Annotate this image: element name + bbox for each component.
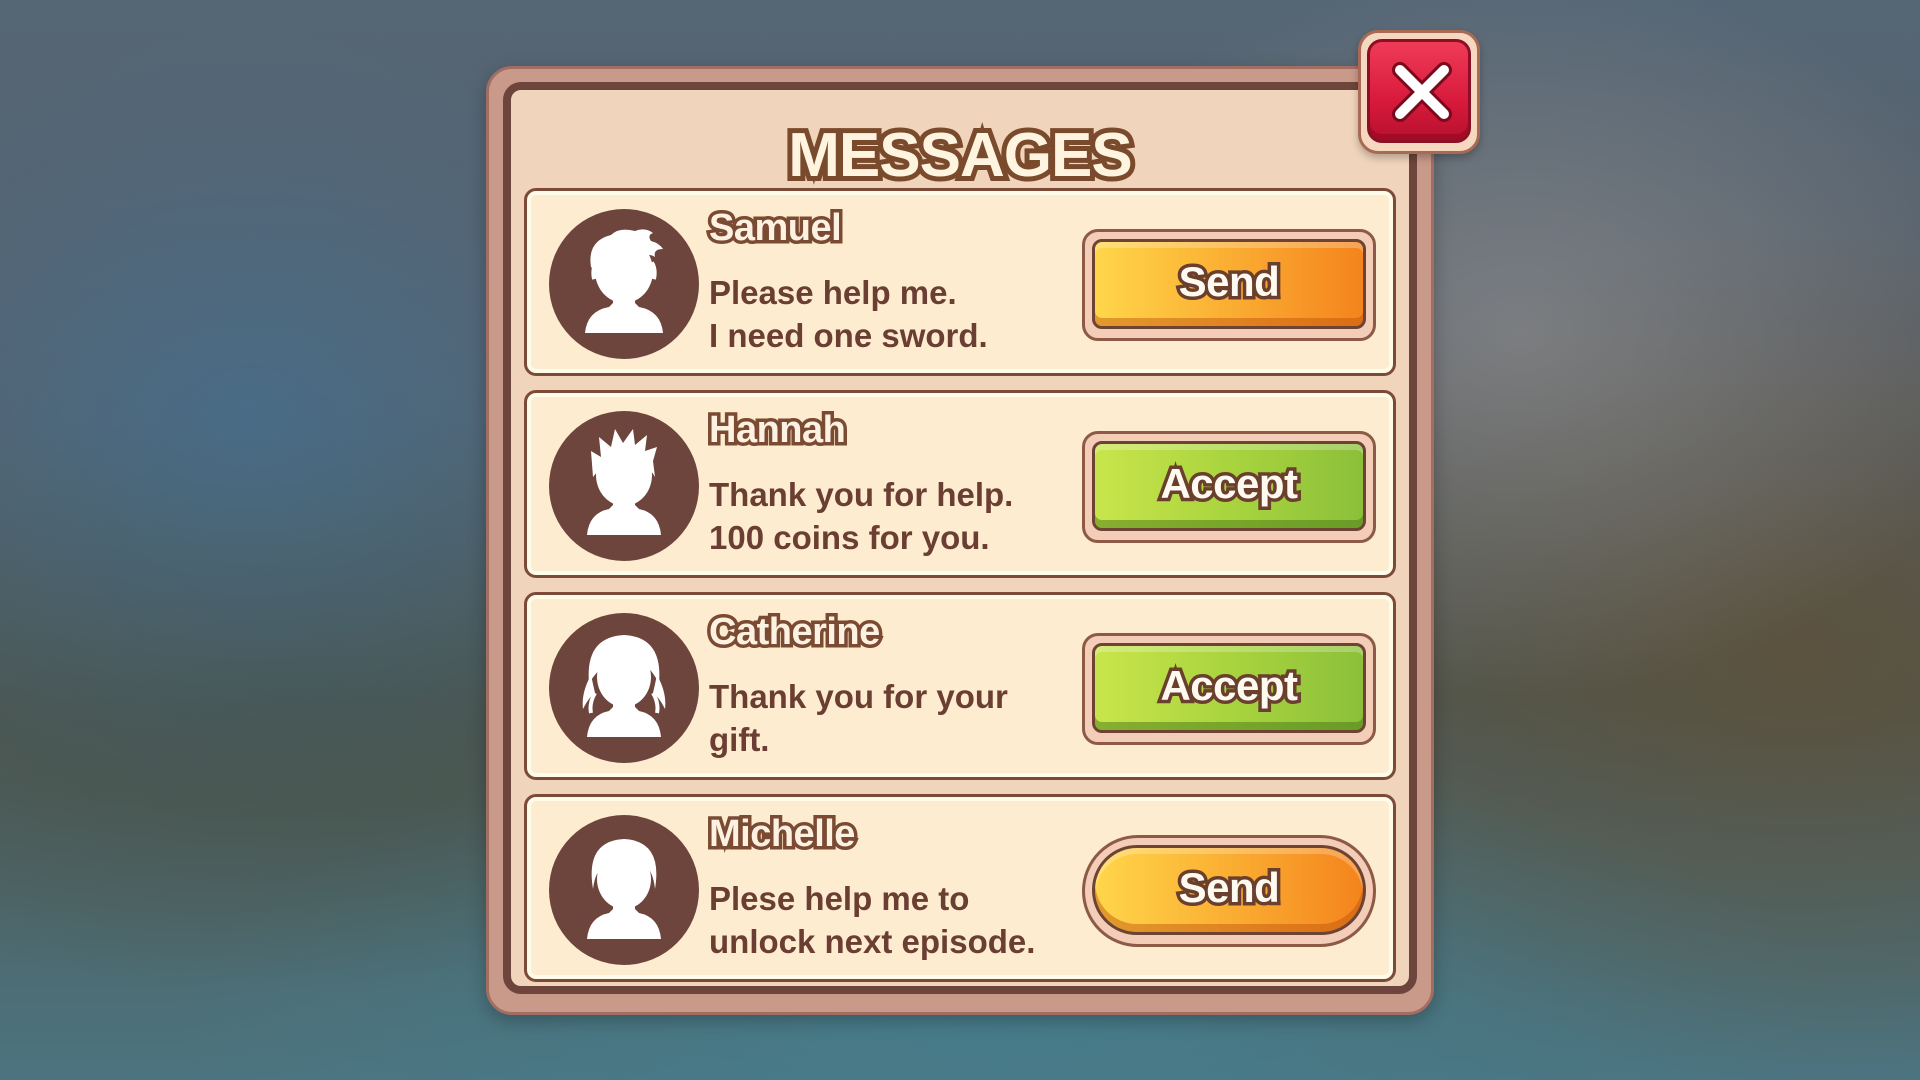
message-row-samuel: Samuel Please help me. I need one sword.… — [524, 188, 1396, 376]
sender-name: Hannah — [705, 406, 849, 455]
message-line: Thank you for help. — [709, 476, 1014, 513]
accept-button-label: Accept — [1157, 659, 1302, 713]
accept-button[interactable]: Accept — [1082, 633, 1376, 745]
message-text: Please help me. I need one sword. — [709, 271, 1089, 357]
send-button-label: Send — [1175, 861, 1283, 915]
avatar — [549, 209, 699, 359]
send-button-face: Send — [1092, 239, 1366, 329]
sender-name: Michelle — [706, 810, 859, 859]
send-button-label: Send — [1175, 255, 1283, 309]
message-line: Plese help me to — [709, 880, 970, 917]
short-hair-avatar-icon — [587, 839, 661, 939]
message-text: Thank you for your gift. — [709, 675, 1089, 761]
send-button-face: Send — [1092, 845, 1366, 935]
message-row-catherine: Catherine Thank you for your gift. Accep… — [524, 592, 1396, 780]
message-line: Thank you for your — [709, 678, 1008, 715]
accept-button-face: Accept — [1092, 441, 1366, 531]
message-text: Thank you for help. 100 coins for you. — [709, 473, 1089, 559]
send-button[interactable]: Send — [1082, 229, 1376, 341]
message-line: I need one sword. — [709, 317, 988, 354]
accept-button[interactable]: Accept — [1082, 431, 1376, 543]
girl-avatar-icon — [582, 635, 666, 737]
avatar — [549, 815, 699, 965]
message-line: 100 coins for you. — [709, 519, 990, 556]
accept-button-face: Accept — [1092, 643, 1366, 733]
message-text: Plese help me to unlock next episode. — [709, 877, 1089, 963]
sender-name: Samuel — [705, 204, 845, 253]
spiky-hair-avatar-icon — [587, 429, 661, 535]
avatar — [549, 411, 699, 561]
message-line: gift. — [709, 721, 770, 758]
message-line: Please help me. — [709, 274, 957, 311]
avatar — [549, 613, 699, 763]
message-row-hannah: Hannah Thank you for help. 100 coins for… — [524, 390, 1396, 578]
sender-name: Catherine — [706, 608, 884, 657]
dialog-title: MESSAGES — [783, 116, 1137, 195]
message-row-michelle: Michelle Plese help me to unlock next ep… — [524, 794, 1396, 982]
boy-avatar-icon — [585, 229, 663, 333]
accept-button-label: Accept — [1157, 457, 1302, 511]
message-line: unlock next episode. — [709, 923, 1036, 960]
send-button[interactable]: Send — [1082, 835, 1376, 947]
close-button[interactable] — [1358, 30, 1480, 154]
close-x-icon — [1392, 62, 1452, 122]
